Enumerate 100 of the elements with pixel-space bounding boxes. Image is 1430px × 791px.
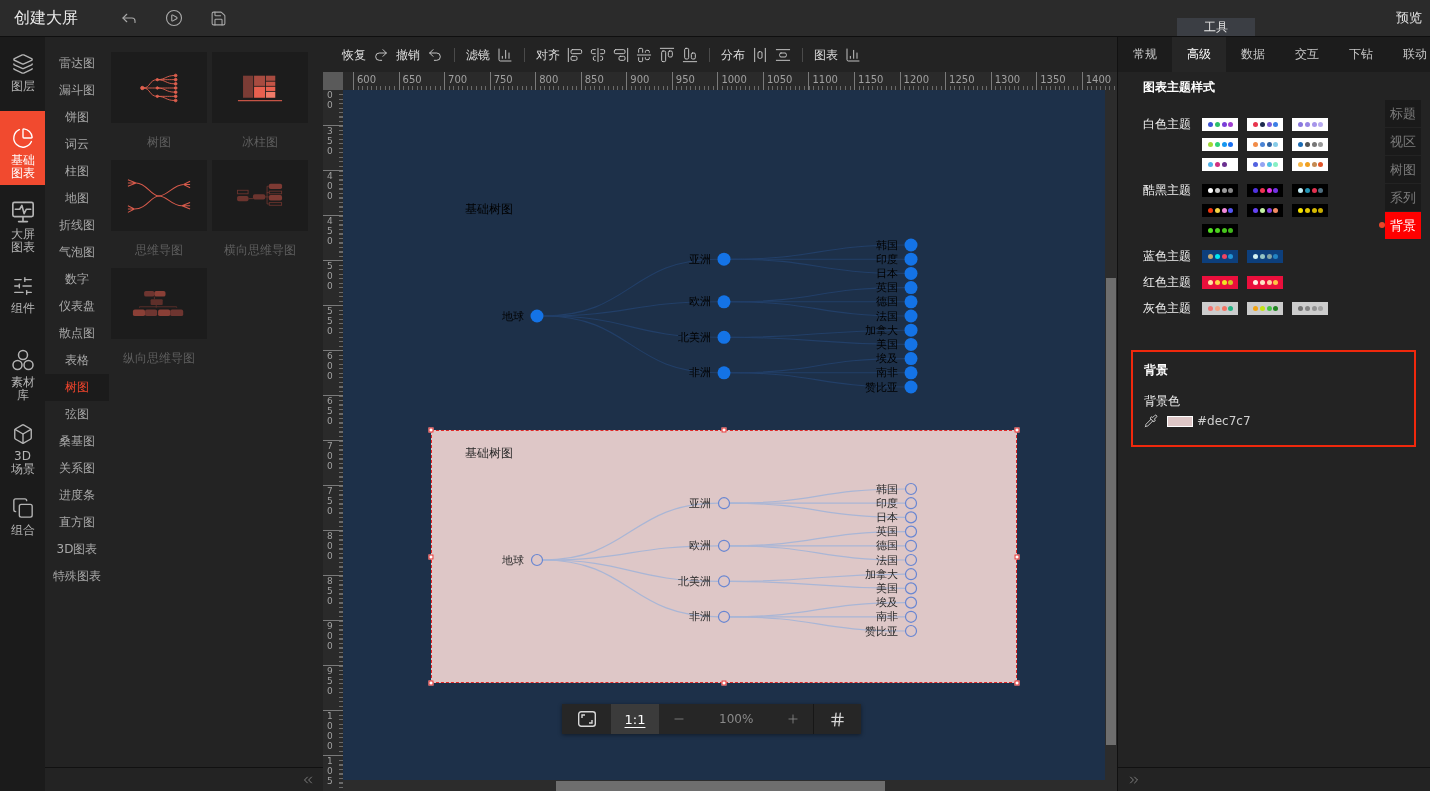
category-item[interactable]: 关系图 bbox=[45, 455, 109, 482]
nav-item[interactable]: 组合 bbox=[0, 481, 45, 555]
category-item[interactable]: 直方图 bbox=[45, 509, 109, 536]
theme-swatch[interactable] bbox=[1202, 118, 1238, 131]
side-tab[interactable]: 系列 bbox=[1385, 184, 1421, 211]
align-middle-icon[interactable] bbox=[636, 46, 652, 63]
theme-swatch[interactable] bbox=[1202, 302, 1238, 315]
theme-swatch[interactable] bbox=[1247, 276, 1283, 289]
category-item[interactable]: 表格 bbox=[45, 347, 109, 374]
align-top-icon[interactable] bbox=[659, 46, 675, 63]
category-item[interactable]: 饼图 bbox=[45, 104, 109, 131]
theme-swatch[interactable] bbox=[1202, 276, 1238, 289]
theme-swatch[interactable] bbox=[1202, 204, 1238, 217]
category-item[interactable]: 3D图表 bbox=[45, 536, 109, 563]
nav-item[interactable]: 3D场景 bbox=[0, 407, 45, 481]
nav-item[interactable]: 素材库 bbox=[0, 333, 45, 407]
category-item[interactable]: 散点图 bbox=[45, 320, 109, 347]
nav-item[interactable]: 大屏图表 bbox=[0, 185, 45, 259]
align-left-icon[interactable] bbox=[567, 46, 583, 63]
scrollbar-thumb[interactable] bbox=[1106, 278, 1116, 745]
theme-swatch[interactable] bbox=[1292, 204, 1328, 217]
save-icon[interactable] bbox=[210, 9, 227, 27]
resize-handle[interactable] bbox=[1014, 554, 1020, 559]
inspector-tab[interactable]: 常规 bbox=[1118, 37, 1172, 72]
inspector-tab[interactable]: 下钻 bbox=[1334, 37, 1388, 72]
scrollbar-thumb[interactable] bbox=[556, 781, 885, 791]
actual-size-button[interactable]: 1:1 bbox=[611, 704, 659, 734]
theme-swatch[interactable] bbox=[1247, 204, 1283, 217]
nav-item[interactable]: 基础图表 bbox=[0, 111, 45, 185]
nav-item[interactable]: 组件 bbox=[0, 259, 45, 333]
side-tab[interactable]: 视区 bbox=[1385, 128, 1421, 155]
align-right-icon[interactable] bbox=[613, 46, 629, 63]
theme-swatch[interactable] bbox=[1292, 138, 1328, 151]
resize-handle[interactable] bbox=[721, 427, 727, 433]
theme-swatch[interactable] bbox=[1292, 184, 1328, 197]
resize-handle[interactable] bbox=[1014, 680, 1020, 686]
play-icon[interactable] bbox=[165, 9, 183, 27]
side-tab[interactable]: 标题 bbox=[1385, 100, 1421, 127]
theme-swatch[interactable] bbox=[1202, 184, 1238, 197]
theme-swatch[interactable] bbox=[1292, 302, 1328, 315]
ruler-label: 900 bbox=[327, 621, 334, 651]
theme-swatch[interactable] bbox=[1247, 118, 1283, 131]
node-label: 印度 bbox=[876, 252, 898, 266]
category-item[interactable]: 漏斗图 bbox=[45, 77, 109, 104]
tree-node bbox=[904, 610, 918, 623]
category-item[interactable]: 数字 bbox=[45, 266, 109, 293]
redo-icon[interactable] bbox=[373, 46, 389, 63]
distribute-horizontal-icon[interactable] bbox=[752, 46, 768, 63]
resize-handle[interactable] bbox=[428, 427, 434, 433]
chart-type-card[interactable] bbox=[212, 52, 308, 123]
category-item[interactable]: 气泡图 bbox=[45, 239, 109, 266]
category-item[interactable]: 桑基图 bbox=[45, 428, 109, 455]
side-tab[interactable]: 树图 bbox=[1385, 156, 1421, 183]
side-tab[interactable]: 背景 bbox=[1385, 212, 1421, 239]
theme-swatch[interactable] bbox=[1202, 138, 1238, 151]
theme-swatch[interactable] bbox=[1292, 158, 1328, 171]
inspector-tab[interactable]: 数据 bbox=[1226, 37, 1280, 72]
distribute-vertical-icon[interactable] bbox=[775, 46, 791, 63]
theme-swatch[interactable] bbox=[1292, 118, 1328, 131]
category-item[interactable]: 词云 bbox=[45, 131, 109, 158]
category-item[interactable]: 特殊图表 bbox=[45, 563, 109, 590]
theme-swatch[interactable] bbox=[1247, 184, 1283, 197]
theme-swatch[interactable] bbox=[1202, 158, 1238, 171]
eyedropper-icon[interactable] bbox=[1144, 414, 1158, 428]
category-item[interactable]: 仪表盘 bbox=[45, 293, 109, 320]
color-swatch[interactable] bbox=[1167, 415, 1193, 427]
category-item[interactable]: 进度条 bbox=[45, 482, 109, 509]
theme-swatch[interactable] bbox=[1247, 302, 1283, 315]
align-center-icon[interactable] bbox=[590, 46, 606, 63]
category-item[interactable]: 树图 bbox=[45, 374, 109, 401]
resize-handle[interactable] bbox=[721, 680, 727, 686]
resize-handle[interactable] bbox=[428, 554, 434, 559]
chart-type-card[interactable] bbox=[111, 160, 207, 231]
category-item[interactable]: 折线图 bbox=[45, 212, 109, 239]
inspector-tab[interactable]: 联动 bbox=[1388, 37, 1430, 72]
category-item[interactable]: 雷达图 bbox=[45, 50, 109, 77]
tools-tab[interactable]: 工具 bbox=[1177, 18, 1255, 36]
align-bottom-icon[interactable] bbox=[682, 46, 698, 63]
theme-swatch[interactable] bbox=[1247, 138, 1283, 151]
category-item[interactable]: 弦图 bbox=[45, 401, 109, 428]
preview-button[interactable]: 预览 bbox=[1396, 10, 1422, 26]
category-item[interactable]: 地图 bbox=[45, 185, 109, 212]
ruler-label: 650 bbox=[402, 74, 422, 85]
bar-chart-icon[interactable] bbox=[497, 46, 513, 63]
theme-swatch[interactable] bbox=[1202, 224, 1238, 237]
category-item[interactable]: 柱图 bbox=[45, 158, 109, 185]
theme-swatch[interactable] bbox=[1247, 250, 1283, 263]
theme-swatch[interactable] bbox=[1202, 250, 1238, 263]
theme-group-label: 蓝色主题 bbox=[1143, 250, 1192, 263]
bar-chart-icon[interactable] bbox=[845, 46, 861, 63]
ruler-label: 600 bbox=[327, 351, 334, 381]
nav-item[interactable]: 图层 bbox=[0, 37, 45, 111]
inspector-tab[interactable]: 高级 bbox=[1172, 37, 1226, 72]
field-label: 背景色 bbox=[1144, 394, 1180, 408]
theme-swatch[interactable] bbox=[1247, 158, 1283, 171]
chart-type-card[interactable] bbox=[111, 52, 207, 123]
inspector-tab[interactable]: 交互 bbox=[1280, 37, 1334, 72]
undo-icon[interactable] bbox=[427, 46, 443, 63]
resize-handle[interactable] bbox=[428, 680, 434, 686]
resize-handle[interactable] bbox=[1014, 427, 1020, 433]
